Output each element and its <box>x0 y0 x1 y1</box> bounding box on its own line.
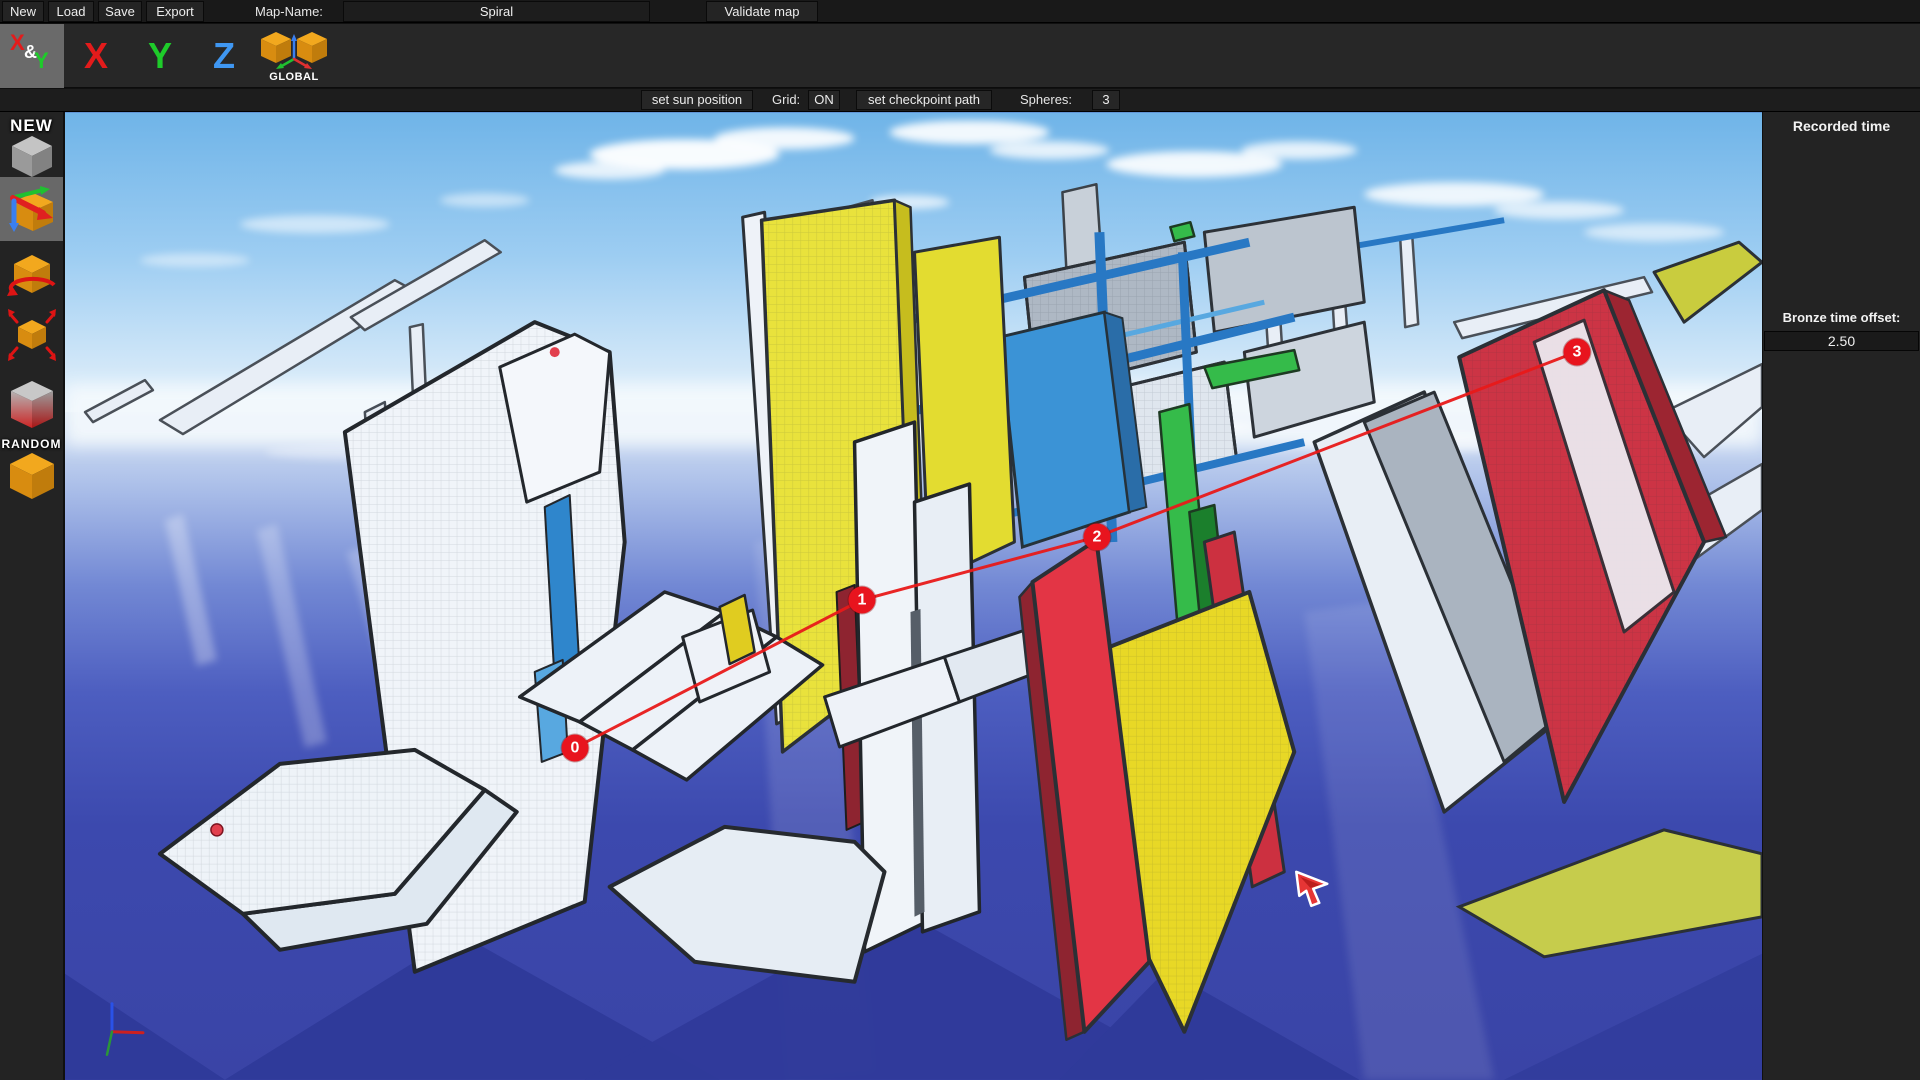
checkpoint-marker-2[interactable]: 2 <box>1084 524 1111 551</box>
spheres-value[interactable]: 3 <box>1092 90 1120 110</box>
axis-z-button[interactable]: Z <box>192 24 256 88</box>
axis-x-letter: X <box>84 35 108 77</box>
rotate-tool[interactable] <box>0 251 63 310</box>
paint-tool[interactable] <box>0 378 63 439</box>
set-checkpoint-path-button[interactable]: set checkpoint path <box>856 90 992 110</box>
viewport-3d[interactable]: 0 1 2 3 <box>65 112 1762 1080</box>
save-button[interactable]: Save <box>98 1 142 22</box>
export-button[interactable]: Export <box>146 1 204 22</box>
xy-y-letter: Y <box>34 48 49 74</box>
load-button[interactable]: Load <box>48 1 94 22</box>
axis-y-letter: Y <box>148 35 172 77</box>
random-cube-icon <box>6 450 58 502</box>
move-tool[interactable] <box>0 183 63 242</box>
axis-xy-button[interactable]: X & Y <box>0 24 64 88</box>
new-button[interactable]: New <box>2 1 44 22</box>
axis-x-button[interactable]: X <box>64 24 128 88</box>
timing-panel: Recorded time Bronze time offset: <box>1763 112 1920 1080</box>
axis-xy-glyph: X & Y <box>8 34 56 78</box>
grid-toggle-button[interactable]: ON <box>808 90 840 110</box>
global-mode-button[interactable]: GLOBAL <box>252 24 336 88</box>
checkpoint-marker-0[interactable]: 0 <box>562 735 589 762</box>
axis-toolbar: X & Y X Y Z <box>0 24 1920 88</box>
checkpoint-marker-1[interactable]: 1 <box>849 587 876 614</box>
tool-sidebar: NEW <box>0 112 63 1080</box>
random-block-tool[interactable] <box>0 450 63 507</box>
paint-cube-icon <box>7 378 57 434</box>
scale-tool-icon <box>4 306 60 364</box>
menu-bar: New Load Save Export Map-Name: Validate … <box>0 0 1920 23</box>
scale-tool[interactable] <box>0 306 63 369</box>
grid-label: Grid: <box>772 89 800 111</box>
bronze-offset-label: Bronze time offset: <box>1763 310 1920 325</box>
rotate-tool-icon <box>4 251 60 305</box>
bronze-offset-input[interactable] <box>1764 331 1919 351</box>
axis-z-letter: Z <box>213 35 235 77</box>
map-name-input[interactable] <box>343 1 650 22</box>
global-label: GLOBAL <box>269 71 318 83</box>
new-cube-icon <box>8 133 56 179</box>
move-tool-icon <box>5 183 59 237</box>
spheres-label: Spheres: <box>1020 89 1072 111</box>
scene-render <box>65 112 1762 1080</box>
global-cubes-icon <box>258 29 330 73</box>
axis-y-button[interactable]: Y <box>128 24 192 88</box>
map-editor-app: New Load Save Export Map-Name: Validate … <box>0 0 1920 1080</box>
recorded-time-label: Recorded time <box>1763 118 1920 134</box>
options-bar: set sun position Grid: ON set checkpoint… <box>0 89 1920 112</box>
set-sun-position-button[interactable]: set sun position <box>641 90 753 110</box>
map-name-label: Map-Name: <box>255 0 323 23</box>
xy-x-letter: X <box>10 30 25 56</box>
checkpoint-marker-3[interactable]: 3 <box>1564 339 1591 366</box>
validate-map-button[interactable]: Validate map <box>706 1 818 22</box>
